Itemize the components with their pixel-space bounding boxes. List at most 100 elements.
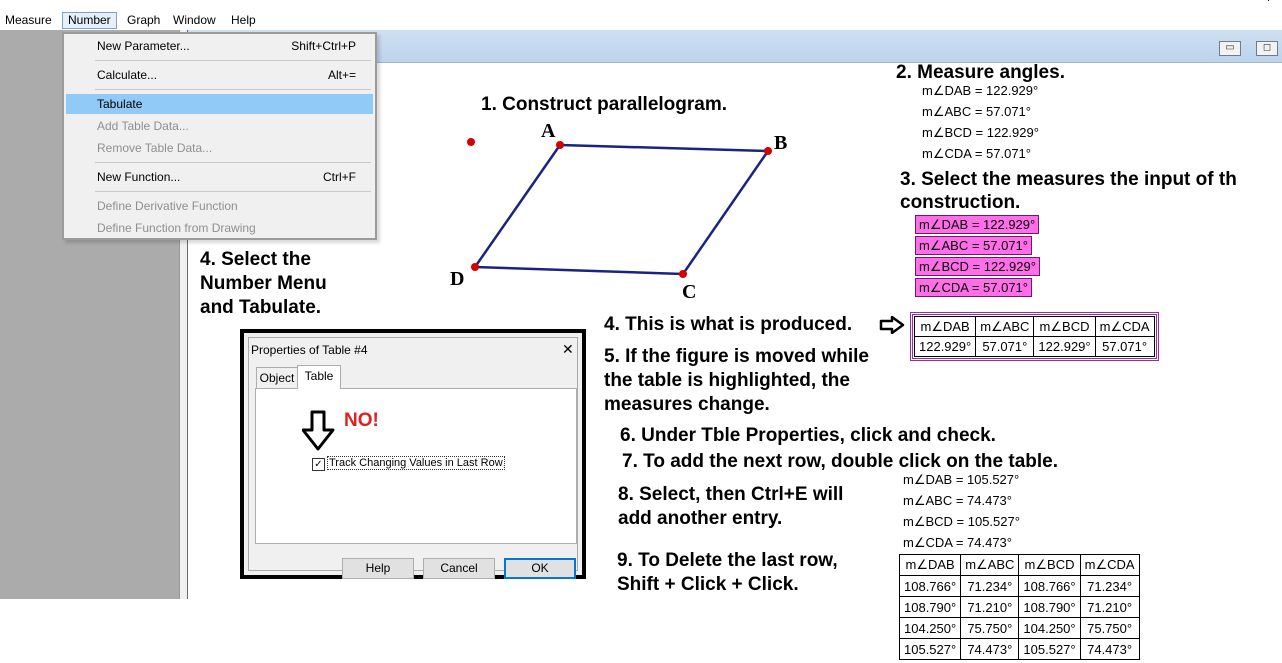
table-header: m∠CDA xyxy=(1079,554,1140,576)
menu-item-new-parameter[interactable]: New Parameter... Shift+Ctrl+P xyxy=(66,36,373,56)
menu-number[interactable]: Number xyxy=(62,12,117,29)
table-cell: 71.210° xyxy=(1079,596,1140,618)
segment-cd[interactable] xyxy=(474,265,684,276)
menu-item-calculate[interactable]: Calculate... Alt+= xyxy=(66,65,373,85)
measure-bcd[interactable]: m∠BCD = 122.929° xyxy=(922,122,1039,143)
menu-item-tabulate[interactable]: Tabulate xyxy=(66,94,373,114)
menu-separator xyxy=(95,89,371,90)
table-cell: 122.929° xyxy=(913,336,977,357)
menu-item-label: Tabulate xyxy=(97,97,143,111)
table-2-grid: m∠DAB m∠ABC m∠BCD m∠CDA 108.766° 71.234°… xyxy=(898,554,1140,660)
point-c[interactable] xyxy=(679,270,687,278)
step-9-line-2: Shift + Click + Click. xyxy=(617,574,799,595)
selected-measure-bcd[interactable]: m∠BCD = 122.929° xyxy=(915,257,1040,276)
label-c: C xyxy=(682,281,696,303)
free-point[interactable] xyxy=(467,138,475,146)
menu-graph[interactable]: Graph xyxy=(122,13,165,28)
segment-da[interactable] xyxy=(473,144,562,268)
table-cell: 108.766° xyxy=(1018,575,1081,597)
menu-help[interactable]: Help xyxy=(226,13,261,28)
label-d: D xyxy=(450,268,464,290)
measure-2-bcd[interactable]: m∠BCD = 105.527° xyxy=(903,511,1020,532)
table-cell: 71.210° xyxy=(960,596,1020,618)
segment-bc[interactable] xyxy=(681,150,770,275)
table-header: m∠ABC xyxy=(960,554,1020,576)
selected-measure-dab[interactable]: m∠DAB = 122.929° xyxy=(915,215,1040,234)
table-cell: 57.071° xyxy=(1094,336,1155,357)
measure-dab[interactable]: m∠DAB = 122.929° xyxy=(922,80,1038,101)
table-cell: 108.790° xyxy=(898,596,962,618)
track-changes-checkbox[interactable]: ✓ xyxy=(312,458,325,471)
menu-measure[interactable]: Measure xyxy=(0,13,57,28)
step-5-line-2: the table is highlighted, the xyxy=(604,370,850,391)
menu-item-label: Define Derivative Function xyxy=(97,199,238,213)
label-b: B xyxy=(774,132,787,154)
point-a[interactable] xyxy=(556,141,564,149)
menu-item-add-table-data: Add Table Data... xyxy=(66,116,373,136)
cancel-button[interactable]: Cancel xyxy=(423,558,495,579)
table-2[interactable]: m∠DAB m∠ABC m∠BCD m∠CDA 108.766° 71.234°… xyxy=(898,554,1140,660)
measure-abc[interactable]: m∠ABC = 57.071° xyxy=(922,101,1031,122)
measure-2-abc[interactable]: m∠ABC = 74.473° xyxy=(903,490,1012,511)
minimize-button[interactable]: ▭ xyxy=(1219,41,1241,56)
table-1-grid: m∠DAB m∠ABC m∠BCD m∠CDA 122.929° 57.071°… xyxy=(913,316,1155,357)
tab-panel: NO! ✓ Track Changing Values in Last Row xyxy=(255,388,577,544)
measure-2-dab[interactable]: m∠DAB = 105.527° xyxy=(903,469,1019,490)
measure-cda[interactable]: m∠CDA = 57.071° xyxy=(922,143,1031,164)
table-cell: 71.234° xyxy=(1079,575,1140,597)
menu-item-label: Remove Table Data... xyxy=(97,141,213,155)
menu-separator xyxy=(95,162,371,163)
menu-item-shortcut: Alt+= xyxy=(327,68,356,82)
selected-measure-cda[interactable]: m∠CDA = 57.071° xyxy=(915,278,1032,297)
table-cell: 105.527° xyxy=(1018,638,1081,660)
tab-table[interactable]: Table xyxy=(297,365,341,389)
menu-item-label: New Function... xyxy=(97,170,181,184)
menu-window[interactable]: Window xyxy=(168,13,221,28)
segment-ab[interactable] xyxy=(559,143,769,153)
table-cell: 75.750° xyxy=(1079,617,1140,639)
selected-measure-abc[interactable]: m∠ABC = 57.071° xyxy=(915,236,1032,255)
table-1[interactable]: m∠DAB m∠ABC m∠BCD m∠CDA 122.929° 57.071°… xyxy=(910,312,1159,361)
step-5-line-1: 5. If the figure is moved while xyxy=(604,346,869,367)
help-button[interactable]: Help xyxy=(342,558,414,579)
table-cell: 108.766° xyxy=(898,575,962,597)
step-6: 6. Under Tble Properties, click and chec… xyxy=(620,425,996,446)
table-header: m∠BCD xyxy=(1018,554,1081,576)
step-9-line-1: 9. To Delete the last row, xyxy=(617,550,838,571)
restore-button[interactable]: ◻ xyxy=(1256,41,1278,56)
parallelogram-construction[interactable]: A B C D xyxy=(440,120,800,305)
point-d[interactable] xyxy=(471,263,479,271)
table-cell: 122.929° xyxy=(1033,336,1096,357)
table-cell: 71.234° xyxy=(960,575,1020,597)
table-cell: 104.250° xyxy=(898,617,962,639)
menu-item-define-derivative: Define Derivative Function xyxy=(66,196,373,216)
step-4-line-3: and Tabulate. xyxy=(200,297,322,318)
step-5-line-3: measures change. xyxy=(604,394,770,415)
arrow-down-icon xyxy=(302,410,335,451)
table-cell: 74.473° xyxy=(1079,638,1140,660)
menu-item-new-function[interactable]: New Function... Ctrl+F xyxy=(66,167,373,187)
menu-item-shortcut: Ctrl+F xyxy=(323,170,356,184)
menu-item-define-from-drawing: Define Function from Drawing xyxy=(66,218,373,238)
tab-object[interactable]: Object xyxy=(256,367,298,388)
table-header: m∠DAB xyxy=(898,554,962,576)
table-header: m∠BCD xyxy=(1033,316,1096,337)
menu-item-remove-table-data: Remove Table Data... xyxy=(66,138,373,158)
point-b[interactable] xyxy=(764,147,772,155)
menu-item-label: Define Function from Drawing xyxy=(97,221,256,235)
step-4-produced: 4. This is what is produced. xyxy=(604,314,853,335)
step-4-line-2: Number Menu xyxy=(200,273,327,294)
table-properties-dialog: Properties of Table #4 ✕ Object Table NO… xyxy=(240,329,586,579)
close-icon[interactable]: ✕ xyxy=(562,341,574,358)
menu-separator xyxy=(95,60,371,61)
label-a: A xyxy=(541,120,556,142)
menu-item-shortcut: Shift+Ctrl+P xyxy=(291,39,356,53)
ok-button[interactable]: OK xyxy=(504,558,576,579)
track-changes-label[interactable]: Track Changing Values in Last Row xyxy=(327,456,505,470)
table-cell: 104.250° xyxy=(1018,617,1081,639)
table-cell: 74.473° xyxy=(960,638,1020,660)
table-cell: 75.750° xyxy=(960,617,1020,639)
menu-item-label: New Parameter... xyxy=(97,39,190,53)
measure-2-cda[interactable]: m∠CDA = 74.473° xyxy=(903,532,1012,553)
table-cell: 57.071° xyxy=(975,336,1035,357)
